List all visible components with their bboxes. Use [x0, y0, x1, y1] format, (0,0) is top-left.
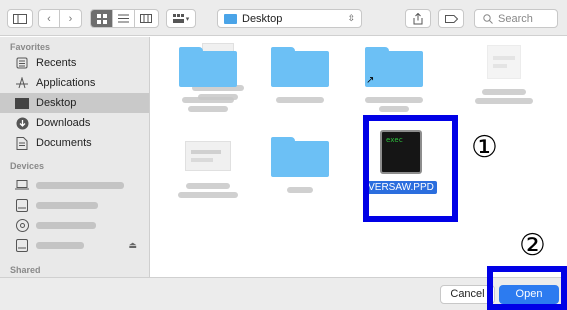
applications-icon — [15, 76, 29, 90]
back-button[interactable]: ‹ — [39, 10, 61, 27]
redacted-folder-name — [276, 97, 324, 103]
sidebar-toggle-button[interactable] — [7, 9, 33, 28]
toolbar: ‹ › ▾ Desktop ⇳ Search — [0, 0, 567, 36]
view-mode-group — [90, 9, 159, 28]
annotation-highlight-file — [363, 115, 458, 222]
list-view-button[interactable] — [113, 10, 135, 27]
redacted-folder-name — [365, 97, 423, 103]
columns-icon — [140, 14, 152, 23]
redacted-file-name — [186, 183, 230, 189]
drive-icon — [15, 238, 29, 252]
grid-icon — [96, 13, 107, 24]
sidebar-item-label: Downloads — [36, 117, 91, 129]
sidebar-item-remote-disc[interactable] — [0, 215, 149, 235]
redacted-device-name — [36, 221, 96, 229]
redacted-file-name — [475, 98, 533, 104]
desktop-icon — [15, 96, 29, 110]
icon-view-button[interactable] — [91, 10, 113, 27]
eject-icon[interactable]: ⏏ — [128, 240, 137, 251]
search-placeholder: Search — [498, 12, 533, 25]
folder-icon — [271, 137, 329, 177]
back-forward-group: ‹ › — [38, 9, 82, 28]
location-label: Desktop — [242, 12, 283, 25]
redacted-device-name — [36, 201, 98, 209]
list-icon — [118, 14, 129, 23]
folder-icon — [271, 47, 329, 87]
documents-icon — [15, 136, 29, 150]
annotation-marker-2: ② — [519, 228, 546, 263]
alias-arrow-icon: ↗ — [366, 75, 375, 86]
share-button[interactable] — [405, 9, 431, 28]
favorites-heading: Favorites — [10, 42, 51, 52]
disk-icon — [15, 198, 29, 212]
redacted-device-name — [36, 181, 124, 189]
folder-icon — [179, 47, 237, 87]
redacted-file-name — [482, 89, 526, 95]
bottom-bar: Cancel Open — [0, 277, 567, 310]
screenshot-thumbnail-icon — [185, 141, 231, 171]
folder-item[interactable] — [255, 47, 345, 103]
sidebar-item-device-volume[interactable]: ⏏ — [0, 235, 149, 255]
sidebar-item-device-computer[interactable] — [0, 175, 149, 195]
chevron-down-icon: ▾ — [185, 15, 190, 23]
location-popup[interactable]: Desktop ⇳ — [217, 9, 362, 28]
folder-item[interactable] — [163, 47, 253, 112]
column-view-button[interactable] — [135, 10, 157, 27]
sidebar-item-recents[interactable]: Recents — [0, 53, 149, 73]
sidebar-item-label: Applications — [36, 77, 96, 89]
chevron-left-icon: ‹ — [47, 12, 51, 25]
sidebar-item-device-disk[interactable] — [0, 195, 149, 215]
search-icon — [483, 13, 493, 24]
chevron-right-icon: › — [68, 12, 73, 25]
screenshot-file-item[interactable] — [163, 141, 253, 198]
forward-button[interactable]: › — [60, 10, 81, 27]
downloads-icon — [15, 116, 29, 130]
folder-icon — [224, 13, 237, 24]
laptop-icon — [15, 178, 29, 192]
redacted-folder-name — [182, 97, 234, 103]
annotation-marker-1: ① — [471, 130, 498, 165]
file-browser: ↗ exec VERSAW.PPD ① ② — [151, 37, 567, 277]
sidebar-item-downloads[interactable]: Downloads — [0, 113, 149, 133]
redacted-device-name — [36, 241, 84, 249]
recents-icon — [15, 56, 29, 70]
gallery-view-dropdown[interactable]: ▾ — [166, 9, 196, 28]
redacted-folder-name — [379, 106, 409, 112]
share-icon — [413, 12, 423, 24]
devices-heading: Devices — [10, 161, 45, 171]
search-field[interactable]: Search — [474, 9, 558, 28]
sidebar-item-desktop[interactable]: Desktop — [0, 93, 149, 113]
tags-button[interactable] — [438, 9, 464, 28]
sidebar: Favorites Recents Applications Desktop D… — [0, 37, 150, 277]
screenshot-thumbnail-icon — [487, 45, 521, 79]
folder-alias-item[interactable]: ↗ — [349, 47, 439, 112]
tag-icon — [444, 14, 458, 23]
sidebar-item-applications[interactable]: Applications — [0, 73, 149, 93]
redacted-file-name — [178, 192, 238, 198]
folder-item[interactable] — [255, 137, 345, 193]
screenshot-file-item[interactable] — [459, 45, 549, 104]
sidebar-item-label: Documents — [36, 137, 92, 149]
disc-icon — [15, 218, 29, 232]
folder-alias-icon: ↗ — [365, 47, 423, 87]
sidebar-item-label: Desktop — [36, 97, 77, 109]
redacted-folder-name — [287, 187, 313, 193]
updown-chevron-icon: ⇳ — [347, 13, 355, 23]
sidebar-item-documents[interactable]: Documents — [0, 133, 149, 153]
sidebar-item-label: Recents — [36, 57, 77, 69]
redacted-folder-name — [188, 106, 228, 112]
annotation-highlight-open — [487, 266, 567, 310]
gallery-icon — [172, 14, 184, 23]
sidebar-icon — [13, 13, 27, 24]
shared-heading: Shared — [10, 265, 41, 275]
